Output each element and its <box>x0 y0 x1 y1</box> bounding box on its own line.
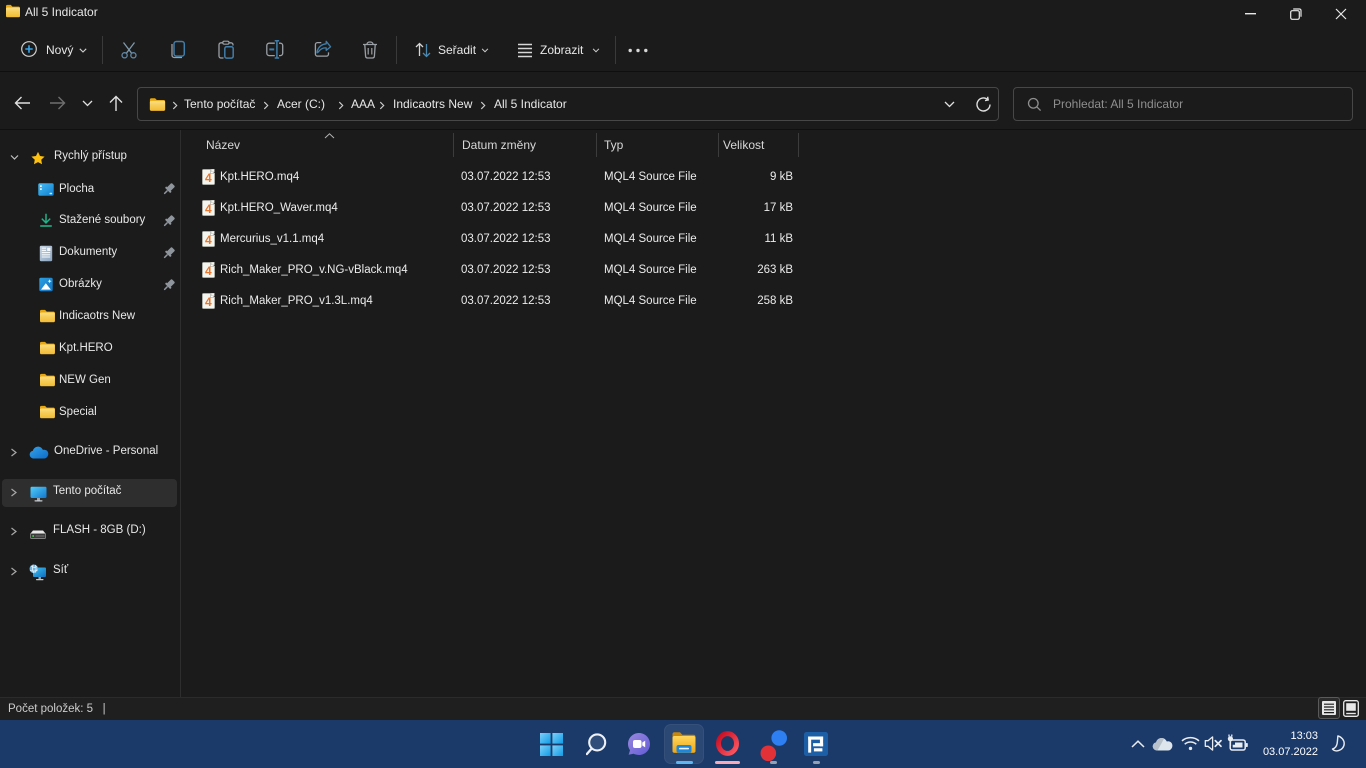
svg-text:4: 4 <box>205 295 212 309</box>
svg-text:4: 4 <box>205 233 212 247</box>
svg-text:4: 4 <box>205 202 212 216</box>
svg-text:4: 4 <box>205 264 212 278</box>
svg-text:4: 4 <box>205 171 212 185</box>
